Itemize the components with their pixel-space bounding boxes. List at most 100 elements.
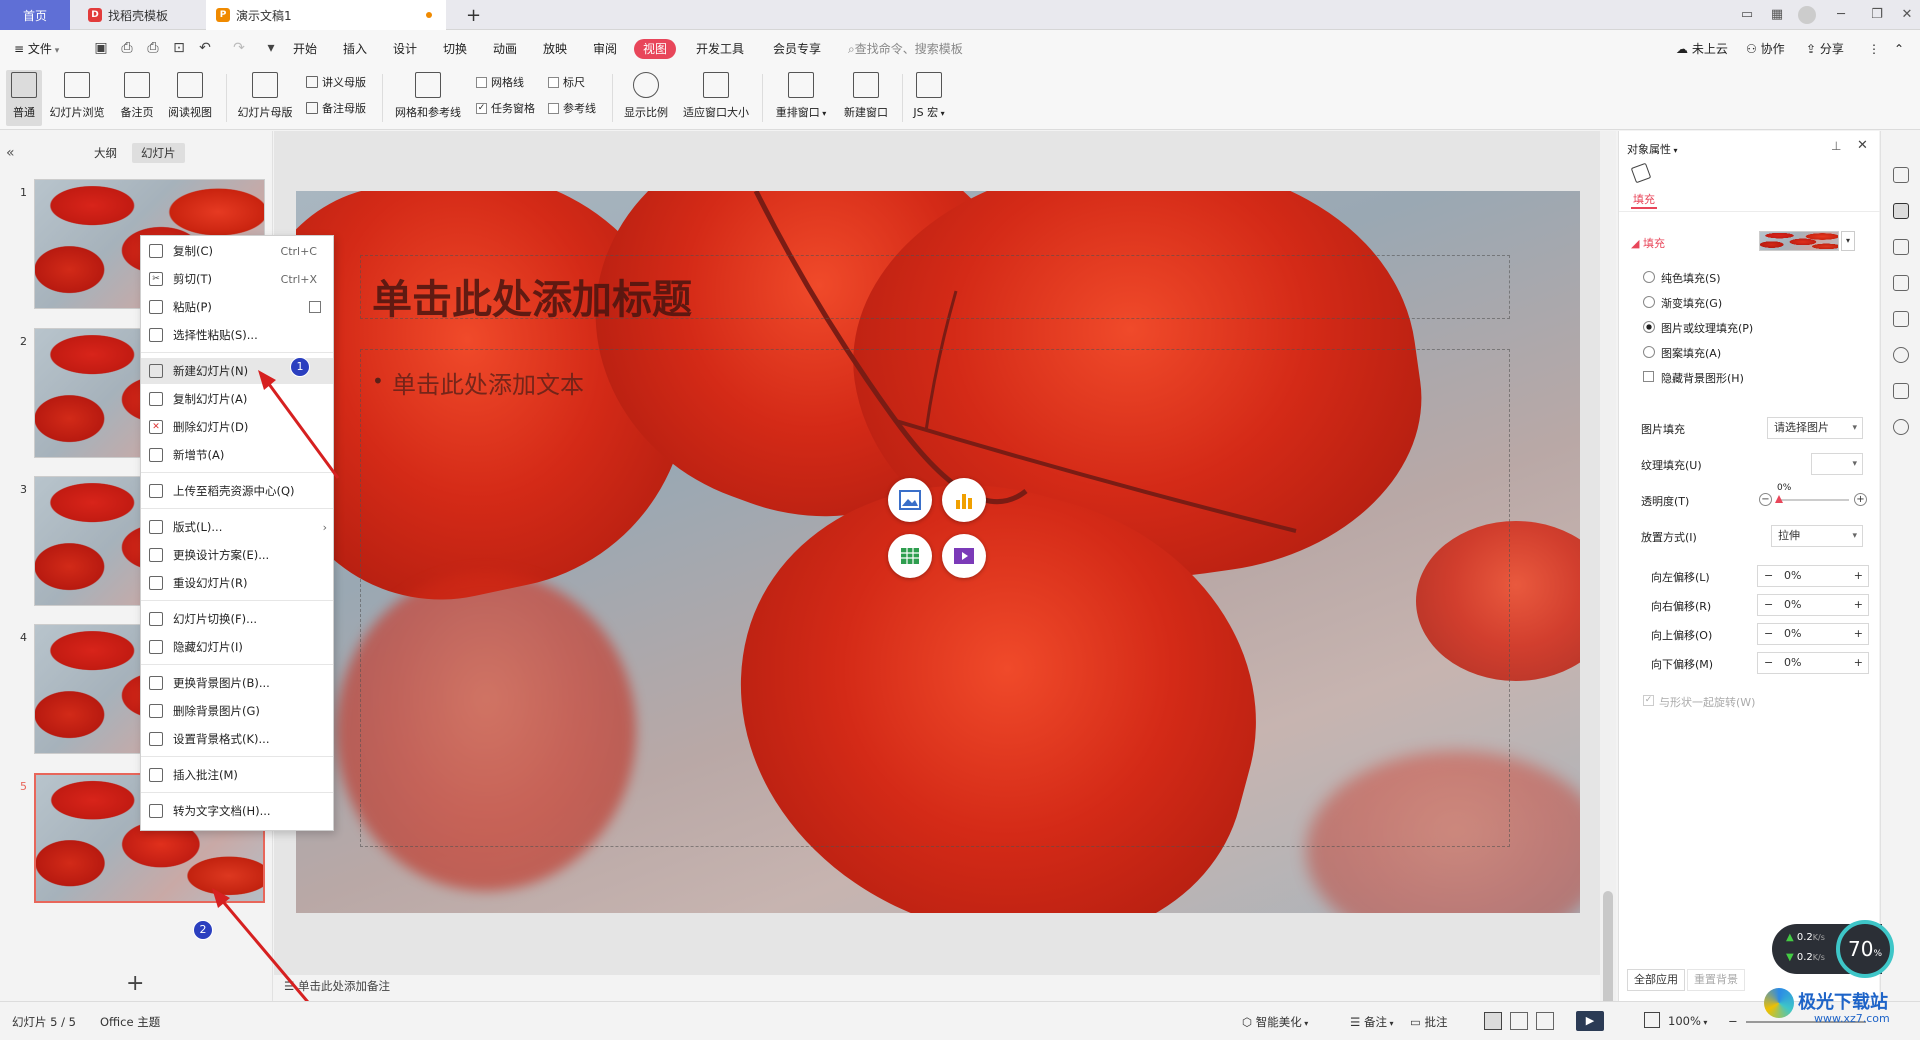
comments-toggle[interactable]: ▭ 批注 [1410,1014,1448,1030]
reset-bg-button[interactable]: 重置背景 [1687,969,1745,991]
menu-paste-special[interactable]: 选择性粘贴(S)... [141,322,333,348]
menu-upload[interactable]: 上传至稻壳资源中心(Q) [141,478,333,504]
props-header[interactable]: 对象属性 ▾ [1627,141,1678,157]
radio-pattern-fill[interactable] [1643,346,1655,358]
view-sorter-button[interactable]: 幻灯片浏览 [46,70,108,120]
plus-icon[interactable]: + [1854,653,1863,673]
handout-master-button[interactable]: 讲义母版 [306,74,366,90]
print-icon[interactable]: ⎙ [144,39,162,57]
insert-chart-button[interactable] [942,478,986,522]
radio-solid-fill[interactable] [1643,271,1655,283]
transparency-slider-thumb[interactable] [1775,495,1783,503]
play-slideshow-button[interactable]: ▶ [1576,1011,1604,1031]
zoom-out-icon[interactable]: − [1728,1014,1738,1028]
menu-design[interactable]: 设计 [393,39,417,59]
transition-pane-icon[interactable] [1893,275,1909,291]
offset-left-stepper[interactable]: −0% + [1757,565,1869,587]
menu-paste[interactable]: 粘贴(P) [141,294,333,320]
pic-fill-select[interactable]: 请选择图片 [1767,417,1863,439]
view-notes-page-button[interactable]: 备注页 [114,70,160,120]
menu-to-doc[interactable]: 转为文字文档(H)... [141,798,333,824]
minus-icon[interactable]: − [1764,595,1773,615]
export-pdf-icon[interactable]: ⎙ [118,39,136,57]
minus-icon[interactable]: − [1764,566,1773,586]
design-assist-icon[interactable] [1893,167,1909,183]
tab-home[interactable]: 首页 [0,0,70,30]
apps-grid-icon[interactable]: ▦ [1766,4,1788,26]
avatar[interactable] [1798,6,1816,24]
placement-select[interactable]: 拉伸 [1771,525,1863,547]
menu-start[interactable]: 开始 [293,39,317,59]
more-options-icon[interactable]: ⋮ [1868,39,1880,59]
collapse-ribbon-icon[interactable]: ⌃ [1894,39,1904,59]
menu-slideshow[interactable]: 放映 [543,39,567,59]
arrange-window-button[interactable]: 重排窗口 ▾ [768,70,834,120]
menu-delete-bg[interactable]: 删除背景图片(G) [141,698,333,724]
menu-reset-slide[interactable]: 重设幻灯片(R) [141,570,333,596]
file-menu[interactable]: ≡ 文件 ▾ [14,39,59,59]
backup-icon[interactable] [1893,311,1909,327]
title-placeholder[interactable]: 单击此处添加标题 [372,267,692,325]
paste-options-icon[interactable] [309,301,321,313]
menu-view[interactable]: 视图 [634,39,677,59]
properties-icon[interactable] [1893,203,1909,219]
save-icon[interactable]: ▣ [92,39,110,57]
fill-preview-swatch[interactable] [1759,231,1839,251]
notes-area[interactable]: ☰ 单击此处添加备注 [284,978,1600,1000]
insert-video-button[interactable] [942,534,986,578]
fill-swatch-dropdown-icon[interactable]: ▾ [1841,231,1855,251]
layout-icon[interactable]: ▭ [1736,4,1758,26]
js-macro-button[interactable]: JS 宏 ▾ [906,70,952,120]
menu-bg-format[interactable]: 设置背景格式(K)... [141,726,333,752]
close-icon[interactable]: ✕ [1896,4,1918,26]
fit-slide-icon[interactable] [1644,1012,1660,1028]
transparency-plus-icon[interactable]: + [1854,493,1867,506]
apply-all-button[interactable]: 全部应用 [1627,969,1685,991]
add-slide-button[interactable]: + [126,971,144,996]
theme-name[interactable]: Office 主题 [100,1014,160,1030]
menu-cut[interactable]: ✂ 剪切(T) Ctrl+X [141,266,333,292]
view-normal-status-icon[interactable] [1484,1012,1502,1030]
view-reading-button[interactable]: 阅读视图 [164,70,216,120]
tab-slides[interactable]: 幻灯片 [132,143,185,163]
view-reading-status-icon[interactable] [1536,1012,1554,1030]
collab-button[interactable]: ⚇ 协作 [1746,39,1785,59]
tab-doc[interactable]: P 演示文稿1 [206,0,446,30]
plus-icon[interactable]: + [1854,595,1863,615]
minus-icon[interactable]: − [1764,653,1773,673]
undo-icon[interactable]: ↶ [196,39,214,57]
rotate-with-shape-checkbox[interactable]: ✓ [1643,695,1654,706]
guides-checkbox[interactable]: 参考线 [548,100,596,116]
location-icon[interactable] [1893,347,1909,363]
menu-insert-comment[interactable]: 插入批注(M) [141,762,333,788]
new-window-button[interactable]: 新建窗口 [838,70,894,120]
grid-guides-button[interactable]: 网格和参考线 [390,70,466,120]
view-normal-button[interactable]: 普通 [6,70,42,126]
task-pane-checkbox[interactable]: ✓ 任务窗格 [476,100,535,116]
insert-table-button[interactable] [888,534,932,578]
notes-master-button[interactable]: 备注母版 [306,100,366,116]
command-search[interactable]: ⌕查找命令、搜索模板 [848,39,963,59]
insert-picture-button[interactable] [888,478,932,522]
body-placeholder-box[interactable] [360,349,1510,847]
menu-transition[interactable]: 幻灯片切换(F)... [141,606,333,632]
menu-member[interactable]: 会员专享 [773,39,821,59]
menu-duplicate-slide[interactable]: 复制幻灯片(A) [141,386,333,412]
menu-delete-slide[interactable]: ✕ 删除幻灯片(D) [141,414,333,440]
restore-icon[interactable]: ❐ [1866,4,1888,26]
pin-icon[interactable]: ⊥ [1831,139,1841,153]
vertical-scrollbar[interactable] [1600,131,1616,1031]
slide-canvas[interactable]: 单击此处添加标题 • 单击此处添加文本 [296,191,1580,913]
tab-template[interactable]: D 找稻壳模板 [78,0,198,30]
transparency-minus-icon[interactable]: − [1759,493,1772,506]
zoom-level[interactable]: 100% ▾ [1668,1014,1707,1028]
menu-change-design[interactable]: 更换设计方案(E)... [141,542,333,568]
view-sorter-status-icon[interactable] [1510,1012,1528,1030]
offset-up-stepper[interactable]: −0% + [1757,623,1869,645]
zoom-button[interactable]: 显示比例 [618,70,674,120]
redo-icon[interactable]: ↷ [230,39,248,57]
menu-hide-slide[interactable]: 隐藏幻灯片(I) [141,634,333,660]
notes-toggle[interactable]: ☰ 备注 ▾ [1350,1014,1394,1030]
fit-window-button[interactable]: 适应窗口大小 [678,70,754,120]
offset-right-stepper[interactable]: −0% + [1757,594,1869,616]
